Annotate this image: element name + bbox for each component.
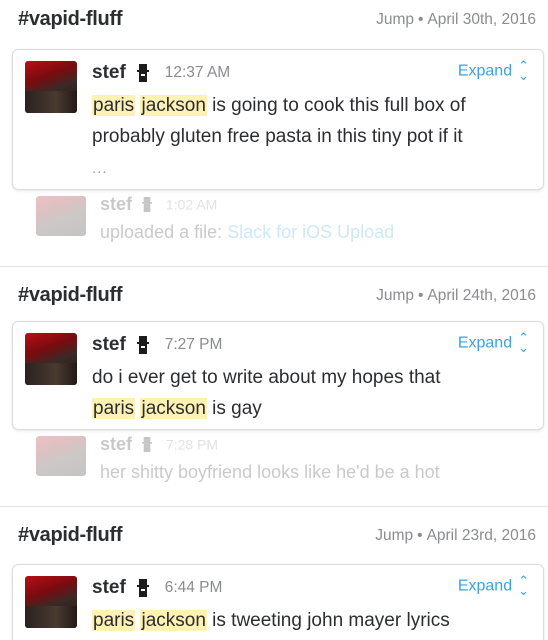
group-header: #vapid-fluff Jump • April 23rd, 2016 <box>18 516 536 556</box>
bot-badge-icon <box>137 64 150 82</box>
jump-meta: Jump • April 30th, 2016 <box>376 11 536 29</box>
avatar[interactable] <box>25 576 77 628</box>
context-header: stef 7:28 PM <box>100 434 218 455</box>
separator: • <box>417 527 423 544</box>
message-text-line: probably gluten free pasta in this tiny … <box>92 126 463 147</box>
expand-chevron-icon: ⌃ ⌄ <box>518 330 529 356</box>
context-prefix: uploaded a file: <box>100 222 228 242</box>
message-card[interactable]: stef 7:27 PM Expand ⌃ ⌄ do i ever get to w… <box>12 321 544 430</box>
avatar[interactable] <box>25 61 77 113</box>
channel-name[interactable]: #vapid-fluff <box>18 524 122 547</box>
message-header: stef 12:37 AM <box>92 62 230 88</box>
jump-link[interactable]: Jump <box>376 11 414 28</box>
jump-link[interactable]: Jump <box>376 287 414 304</box>
context-avatar <box>36 196 86 236</box>
bot-badge-icon <box>137 579 150 597</box>
group-divider <box>0 506 548 507</box>
jump-meta: Jump • April 23rd, 2016 <box>375 527 536 545</box>
channel-name[interactable]: #vapid-fluff <box>18 284 122 307</box>
context-message: stef 7:28 PM her shitty boyfriend looks … <box>0 432 548 492</box>
expand-button[interactable]: Expand ⌃ ⌄ <box>457 330 529 356</box>
message-text-segment: is going to cook this full box of <box>206 95 466 116</box>
expand-button[interactable]: Expand ⌃ ⌄ <box>457 573 529 599</box>
message-text-segment: is gay <box>206 398 262 419</box>
message-header: stef 7:27 PM <box>92 334 222 360</box>
expand-label: Expand <box>457 334 513 352</box>
search-highlight: paris <box>92 398 136 419</box>
jump-meta: Jump • April 24th, 2016 <box>376 287 536 305</box>
message-text-segment: is tweeting john mayer lyrics <box>206 610 450 631</box>
result-date: April 23rd, 2016 <box>426 527 536 544</box>
file-link[interactable]: Slack for iOS Upload <box>227 222 394 242</box>
context-message: stef 1:02 AM uploaded a file: Slack for … <box>0 192 548 252</box>
expand-label: Expand <box>457 577 513 595</box>
sender-name[interactable]: stef <box>92 577 126 598</box>
expand-chevron-icon: ⌃ ⌄ <box>518 573 529 599</box>
avatar[interactable] <box>25 333 77 385</box>
channel-name[interactable]: #vapid-fluff <box>18 8 122 31</box>
message-text: do i ever get to write about my hopes th… <box>92 362 529 424</box>
search-highlight: jackson <box>140 398 207 419</box>
result-date: April 30th, 2016 <box>427 11 536 28</box>
jump-link[interactable]: Jump <box>375 527 413 544</box>
expand-chevron-icon: ⌃ ⌄ <box>518 58 529 84</box>
message-card[interactable]: stef 6:44 PM Expand ⌃ ⌄ paris jackson is t… <box>12 564 544 640</box>
context-timestamp: 1:02 AM <box>165 196 218 213</box>
bot-badge-icon <box>142 437 153 452</box>
context-text: uploaded a file: Slack for iOS Upload <box>100 222 394 243</box>
group-header: #vapid-fluff Jump • April 24th, 2016 <box>18 276 536 316</box>
search-highlight: paris <box>92 610 136 631</box>
group-divider <box>0 266 548 267</box>
search-result-group: #vapid-fluff Jump • April 23rd, 2016 stef … <box>0 516 548 640</box>
group-header: #vapid-fluff Jump • April 30th, 2016 <box>18 0 536 40</box>
result-date: April 24th, 2016 <box>427 287 536 304</box>
context-text: her shitty boyfriend looks like he'd be … <box>100 462 440 482</box>
context-sender: stef <box>100 434 133 454</box>
message-timestamp[interactable]: 6:44 PM <box>165 579 223 596</box>
search-highlight: paris <box>92 95 136 116</box>
message-timestamp[interactable]: 7:27 PM <box>165 336 223 353</box>
message-card[interactable]: stef 12:37 AM Expand ⌃ ⌄ paris jackson is … <box>12 49 544 190</box>
message-text-line: do i ever get to write about my hopes th… <box>92 367 441 388</box>
message-header: stef 6:44 PM <box>92 577 222 603</box>
truncation-ellipsis: ... <box>92 160 108 177</box>
bot-badge-icon <box>142 197 153 212</box>
context-avatar <box>36 436 86 476</box>
separator: • <box>417 11 424 28</box>
message-timestamp[interactable]: 12:37 AM <box>165 64 231 81</box>
bot-badge-icon <box>137 336 150 354</box>
search-highlight: jackson <box>140 610 207 631</box>
message-text: paris jackson is going to cook this full… <box>92 90 529 152</box>
sender-name[interactable]: stef <box>92 334 126 355</box>
sender-name[interactable]: stef <box>92 62 126 83</box>
separator: • <box>417 287 424 304</box>
search-result-group: #vapid-fluff Jump • April 30th, 2016 stef … <box>0 0 548 266</box>
search-highlight: jackson <box>140 95 207 116</box>
message-text: paris jackson is tweeting john mayer lyr… <box>92 605 529 636</box>
search-result-group: #vapid-fluff Jump • April 24th, 2016 stef … <box>0 276 548 506</box>
context-header: stef 1:02 AM <box>100 194 217 215</box>
context-timestamp: 7:28 PM <box>165 436 219 453</box>
context-sender: stef <box>100 194 133 214</box>
expand-label: Expand <box>457 62 513 80</box>
expand-button[interactable]: Expand ⌃ ⌄ <box>457 58 529 84</box>
